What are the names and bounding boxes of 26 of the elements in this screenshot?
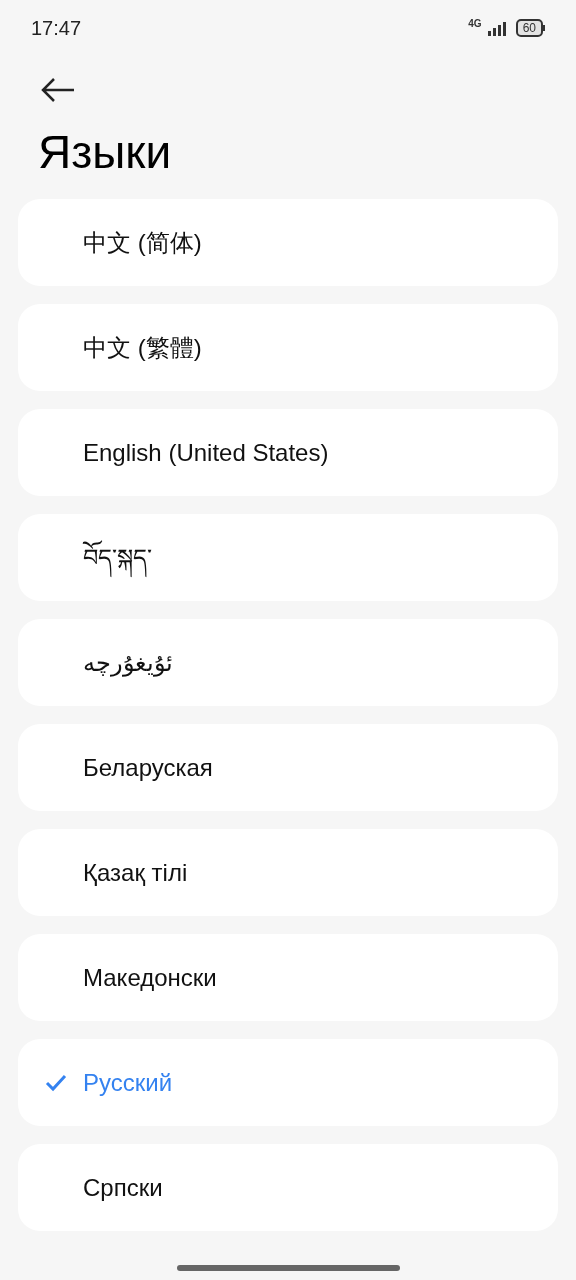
language-item[interactable]: 中文 (简体)	[18, 199, 558, 286]
checkmark-icon	[45, 1074, 67, 1092]
language-item[interactable]: ئۇيغۇرچە	[18, 619, 558, 706]
network-type: 4G	[468, 19, 482, 29]
language-label: Беларуская	[83, 752, 213, 783]
language-label: Српски	[83, 1172, 163, 1203]
status-time: 17:47	[31, 16, 82, 41]
language-label: Македонски	[83, 962, 217, 993]
language-label: 中文 (简体)	[83, 227, 202, 258]
language-label: 中文 (繁體)	[83, 332, 202, 363]
language-label: ئۇيغۇرچە	[83, 647, 173, 679]
language-item[interactable]: Српски	[18, 1144, 558, 1231]
language-item[interactable]: Қазақ тілі	[18, 829, 558, 916]
language-label: English (United States)	[83, 437, 329, 468]
language-label: བོད་སྐད་	[83, 539, 152, 576]
language-item[interactable]: Беларуская	[18, 724, 558, 811]
language-label: Русский	[83, 1067, 173, 1098]
battery-indicator: 60	[515, 19, 545, 37]
language-item[interactable]: 中文 (繁體)	[18, 304, 558, 391]
language-item[interactable]: English (United States)	[18, 409, 558, 496]
language-item[interactable]: Русский	[18, 1039, 558, 1126]
language-item[interactable]: བོད་སྐད་	[18, 514, 558, 601]
back-arrow-icon	[41, 78, 75, 102]
language-label: Қазақ тілі	[83, 857, 188, 888]
page-title: Языки	[38, 125, 173, 180]
language-item[interactable]: Македонски	[18, 934, 558, 1021]
